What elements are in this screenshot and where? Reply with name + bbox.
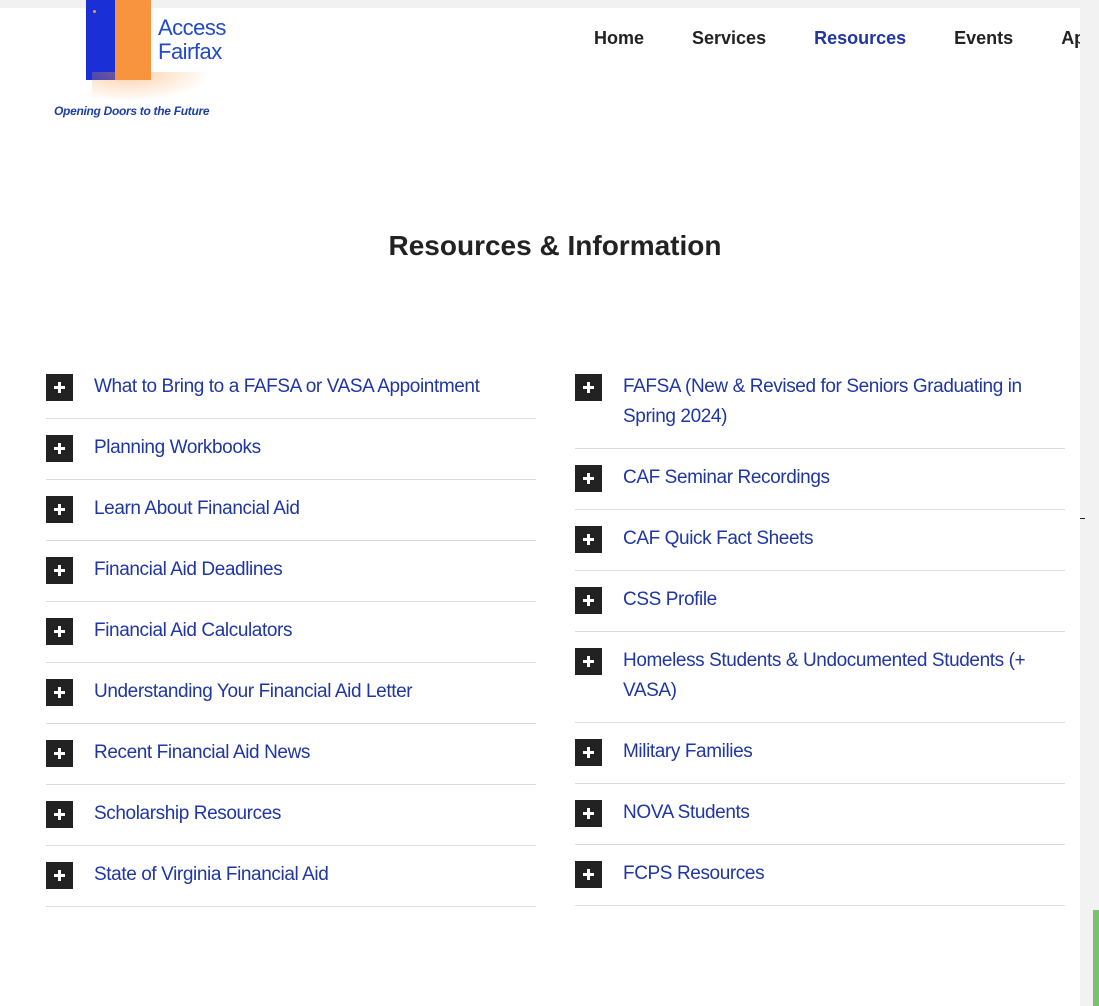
logo-door-blue: [86, 0, 116, 80]
logo-dot: [93, 10, 96, 13]
logo-line-1: Access: [158, 15, 226, 40]
logo-light: [92, 72, 212, 102]
main-nav: Home Services Resources Events Appoi: [594, 28, 1080, 52]
accordion-label[interactable]: Homeless Students & Undocumented Student…: [623, 646, 1065, 706]
accordion-label[interactable]: NOVA Students: [623, 798, 750, 828]
accordion-item[interactable]: Scholarship Resources: [46, 785, 536, 846]
resources-column-right: FAFSA (New & Revised for Seniors Graduat…: [575, 358, 1065, 906]
plus-icon[interactable]: [46, 862, 73, 889]
accordion-label[interactable]: FCPS Resources: [623, 859, 765, 889]
nav-appointments[interactable]: Appoi: [1061, 28, 1080, 52]
accordion-label[interactable]: Learn About Financial Aid: [94, 494, 300, 524]
accordion-item[interactable]: Understanding Your Financial Aid Letter: [46, 663, 536, 724]
accordion-label[interactable]: Recent Financial Aid News: [94, 738, 310, 768]
plus-icon[interactable]: [46, 557, 73, 584]
accordion-label[interactable]: CAF Seminar Recordings: [623, 463, 830, 493]
accordion-label[interactable]: What to Bring to a FAFSA or VASA Appoint…: [94, 372, 480, 402]
accordion-item[interactable]: Military Families: [575, 723, 1065, 784]
accordion-item[interactable]: FAFSA (New & Revised for Seniors Graduat…: [575, 358, 1065, 449]
plus-icon[interactable]: [575, 861, 602, 888]
plus-icon[interactable]: [46, 618, 73, 645]
plus-icon[interactable]: [575, 739, 602, 766]
accordion-label[interactable]: Scholarship Resources: [94, 799, 281, 829]
accordion-item[interactable]: NOVA Students: [575, 784, 1065, 845]
plus-icon[interactable]: [575, 800, 602, 827]
nav-resources[interactable]: Resources: [814, 28, 906, 52]
resources-column-left: What to Bring to a FAFSA or VASA Appoint…: [46, 358, 536, 907]
accordion-item[interactable]: CAF Quick Fact Sheets: [575, 510, 1065, 571]
plus-icon[interactable]: [575, 374, 602, 401]
plus-icon[interactable]: [46, 679, 73, 706]
accordion-item[interactable]: Homeless Students & Undocumented Student…: [575, 632, 1065, 723]
plus-icon[interactable]: [46, 374, 73, 401]
logo-tagline: Opening Doors to the Future: [54, 104, 210, 118]
plus-icon[interactable]: [46, 801, 73, 828]
accordion-label[interactable]: CAF Quick Fact Sheets: [623, 524, 814, 554]
plus-icon[interactable]: [46, 435, 73, 462]
plus-icon[interactable]: [575, 465, 602, 492]
plus-icon[interactable]: [575, 587, 602, 614]
scroll-marker: [1080, 518, 1085, 519]
accordion-item[interactable]: State of Virginia Financial Aid: [46, 846, 536, 907]
accordion-item[interactable]: What to Bring to a FAFSA or VASA Appoint…: [46, 358, 536, 419]
scrollbar[interactable]: [1080, 0, 1099, 1006]
accordion-item[interactable]: Learn About Financial Aid: [46, 480, 536, 541]
nav-events[interactable]: Events: [954, 28, 1013, 52]
accordion-label[interactable]: Military Families: [623, 737, 753, 767]
plus-icon[interactable]: [46, 496, 73, 523]
accordion-item[interactable]: Financial Aid Deadlines: [46, 541, 536, 602]
plus-icon[interactable]: [46, 740, 73, 767]
accordion-label[interactable]: Financial Aid Calculators: [94, 616, 292, 646]
site-logo[interactable]: Access Fairfax Opening Doors to the Futu…: [0, 0, 260, 130]
accordion-label[interactable]: FAFSA (New & Revised for Seniors Graduat…: [623, 372, 1065, 432]
logo-line-2: Fairfax: [158, 39, 222, 64]
main-nav-viewport: Home Services Resources Events Appoi: [594, 20, 1080, 60]
logo-door-orange: [115, 0, 151, 80]
accordion-item[interactable]: Recent Financial Aid News: [46, 724, 536, 785]
accordion-item[interactable]: FCPS Resources: [575, 845, 1065, 906]
accordion-item[interactable]: CSS Profile: [575, 571, 1065, 632]
accordion-item[interactable]: CAF Seminar Recordings: [575, 449, 1065, 510]
scroll-highlight: [1093, 910, 1099, 1006]
logo-name: Access Fairfax: [158, 16, 226, 64]
accordion-label[interactable]: CSS Profile: [623, 585, 717, 615]
accordion-label[interactable]: Financial Aid Deadlines: [94, 555, 283, 585]
accordion-label[interactable]: Understanding Your Financial Aid Letter: [94, 677, 413, 707]
nav-home[interactable]: Home: [594, 28, 644, 52]
accordion-label[interactable]: Planning Workbooks: [94, 433, 261, 463]
nav-services[interactable]: Services: [692, 28, 766, 52]
page-title: Resources & Information: [388, 230, 722, 261]
plus-icon[interactable]: [575, 526, 602, 553]
plus-icon[interactable]: [575, 648, 602, 675]
accordion-label[interactable]: State of Virginia Financial Aid: [94, 860, 329, 890]
accordion-item[interactable]: Financial Aid Calculators: [46, 602, 536, 663]
accordion-item[interactable]: Planning Workbooks: [46, 419, 536, 480]
